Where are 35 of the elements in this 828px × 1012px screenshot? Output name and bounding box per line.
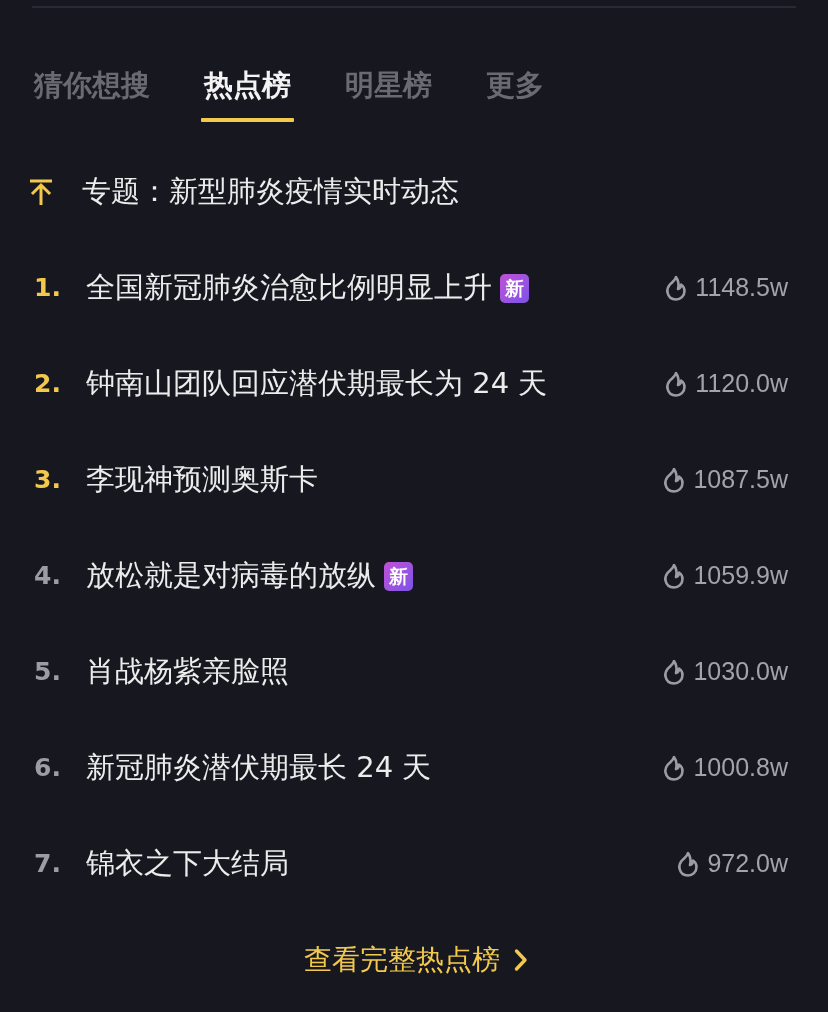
hot-topic-link[interactable]: 放松就是对病毒的放纵 bbox=[86, 554, 376, 598]
hot-topic-link[interactable]: 新冠肺炎潜伏期最长 24 天 bbox=[86, 746, 432, 790]
hot-topic-link[interactable]: 全国新冠肺炎治愈比例明显上升 bbox=[86, 266, 492, 310]
rank-number: 3. bbox=[34, 464, 62, 497]
heat-count: 1000.8w bbox=[693, 752, 788, 784]
pin-to-top-icon bbox=[30, 179, 52, 205]
flame-icon bbox=[665, 275, 688, 301]
heat-count: 1030.0w bbox=[693, 656, 788, 688]
heat-count: 972.0w bbox=[707, 848, 788, 880]
rank-number: 4. bbox=[34, 560, 62, 593]
pinned-topic-link[interactable]: 专题：新型肺炎疫情实时动态 bbox=[82, 170, 459, 214]
flame-icon bbox=[663, 659, 686, 685]
rank-number: 2. bbox=[34, 368, 62, 401]
flame-icon bbox=[663, 467, 686, 493]
tab[interactable]: 热点榜 bbox=[201, 67, 294, 122]
flame-icon bbox=[663, 563, 686, 589]
flame-icon bbox=[665, 371, 688, 397]
rank-number: 6. bbox=[34, 752, 62, 785]
hot-topic-link[interactable]: 锦衣之下大结局 bbox=[86, 842, 289, 886]
heat-count: 1059.9w bbox=[693, 560, 788, 592]
hot-topic-link[interactable]: 李现神预测奥斯卡 bbox=[86, 458, 318, 502]
hot-topic-link[interactable]: 肖战杨紫亲脸照 bbox=[86, 650, 289, 694]
rank-number: 7. bbox=[34, 848, 62, 881]
rank-number: 1. bbox=[34, 272, 62, 305]
hot-topic-link[interactable]: 钟南山团队回应潜伏期最长为 24 天 bbox=[86, 362, 548, 406]
chevron-right-icon bbox=[514, 948, 528, 972]
flame-icon bbox=[663, 755, 686, 781]
new-badge: 新 bbox=[500, 273, 529, 303]
rank-number: 5. bbox=[34, 656, 62, 689]
view-full-list-link[interactable]: 查看完整热点榜 bbox=[300, 939, 528, 981]
heat-count: 1087.5w bbox=[693, 464, 788, 496]
heat-count: 1148.5w bbox=[695, 272, 788, 304]
flame-icon bbox=[677, 851, 700, 877]
heat-count: 1120.0w bbox=[695, 368, 788, 400]
new-badge: 新 bbox=[384, 561, 413, 591]
